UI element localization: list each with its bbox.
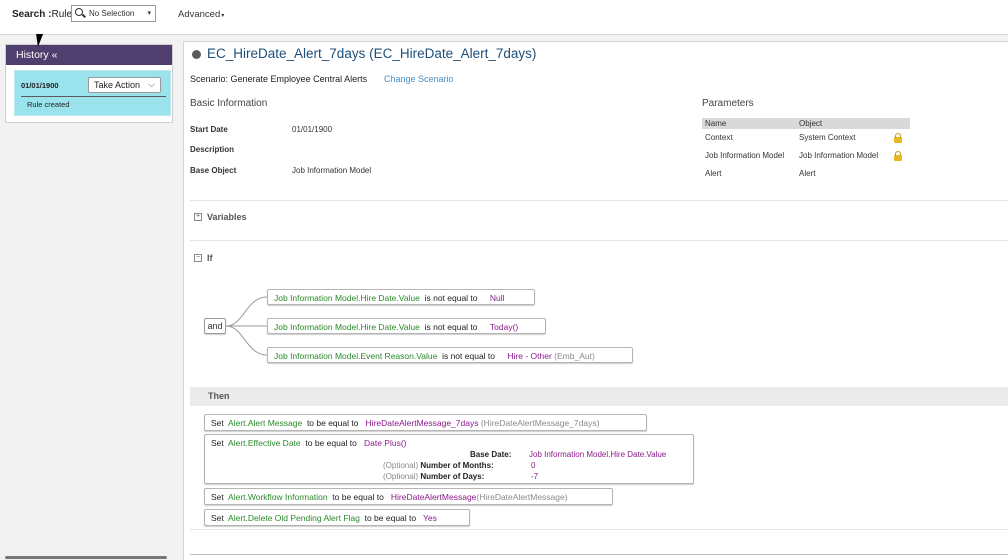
- history-note: Rule created: [27, 100, 70, 109]
- history-header[interactable]: History «: [6, 45, 172, 65]
- divider: [21, 96, 166, 97]
- condition-row[interactable]: Job Information Model.Hire Date.Value is…: [267, 289, 535, 305]
- history-date: 01/01/1900: [21, 81, 59, 90]
- divider: [190, 200, 1008, 201]
- then-header: Then: [190, 387, 1008, 406]
- parameters-header: Name Object: [702, 118, 910, 129]
- function-param: (Optional) Number of Months:: [383, 461, 494, 470]
- history-panel: History « 01/01/1900 Take Action ⌵ Rule …: [5, 44, 173, 123]
- change-scenario-link[interactable]: Change Scenario: [384, 74, 454, 84]
- lock-icon: [894, 151, 902, 161]
- function-param: Base Date:: [470, 450, 512, 459]
- param-object: Job Information Model: [799, 151, 879, 160]
- then-label: Then: [208, 391, 230, 401]
- param-object: System Context: [799, 133, 856, 142]
- lock-icon: [894, 133, 902, 143]
- chevron-down-icon: ▾: [221, 13, 225, 19]
- search-select[interactable]: No Selection ▾: [71, 5, 156, 22]
- param-object: Alert: [799, 169, 816, 178]
- action-row[interactable]: Set Alert.Workflow Information to be equ…: [204, 488, 613, 505]
- action-row[interactable]: Set Alert.Alert Message to be equal to H…: [204, 414, 647, 431]
- dropdown-caret-icon: ▾: [147, 10, 151, 17]
- table-row: Alert Alert: [702, 165, 910, 183]
- search-label: Search :Rule: [12, 9, 73, 20]
- condition-row[interactable]: Job Information Model.Hire Date.Value is…: [267, 318, 546, 334]
- parameters-title: Parameters: [702, 98, 754, 109]
- column-header-name: Name: [705, 119, 727, 128]
- base-object-value: Job Information Model: [292, 166, 372, 175]
- function-param-value: Job Information Model.Hire Date.Value: [529, 450, 667, 459]
- history-entry[interactable]: 01/01/1900 Take Action ⌵ Rule created: [14, 70, 171, 116]
- condition-row[interactable]: Job Information Model.Event Reason.Value…: [267, 347, 633, 363]
- chevron-down-icon: ⌵: [148, 79, 155, 89]
- search-toolbar: Search :Rule No Selection ▾ Advanced▾: [0, 0, 1008, 35]
- param-name: Context: [705, 133, 733, 142]
- divider: [190, 240, 1008, 241]
- table-row: Job Information Model Job Information Mo…: [702, 147, 910, 165]
- column-header-object: Object: [799, 119, 823, 128]
- action-row[interactable]: Set Alert.Delete Old Pending Alert Flag …: [204, 509, 470, 526]
- search-icon: [75, 8, 83, 16]
- take-action-button[interactable]: Take Action ⌵: [88, 77, 161, 93]
- param-name: Alert: [705, 169, 722, 178]
- scrollbar[interactable]: [5, 556, 167, 559]
- param-name: Job Information Model: [705, 151, 785, 160]
- mouse-cursor-icon: [36, 34, 52, 47]
- action-row[interactable]: Set Alert.Effective Date to be equal to …: [204, 434, 694, 484]
- function-param-value: 0: [531, 461, 536, 470]
- function-param-value: -7: [531, 472, 539, 481]
- parameters-table: Name Object Context System Context Job I…: [702, 118, 910, 183]
- divider: [190, 529, 1008, 530]
- rule-detail-panel: EC_HireDate_Alert_7days (EC_HireDate_Ale…: [183, 41, 1008, 560]
- search-select-value: No Selection: [89, 9, 135, 18]
- start-date-value: 01/01/1900: [292, 125, 333, 134]
- advanced-menu[interactable]: Advanced▾: [178, 9, 224, 20]
- function-param: (Optional) Number of Days:: [383, 472, 485, 481]
- table-row: Context System Context: [702, 129, 910, 147]
- logical-operator[interactable]: and: [204, 318, 226, 334]
- divider: [190, 554, 1008, 555]
